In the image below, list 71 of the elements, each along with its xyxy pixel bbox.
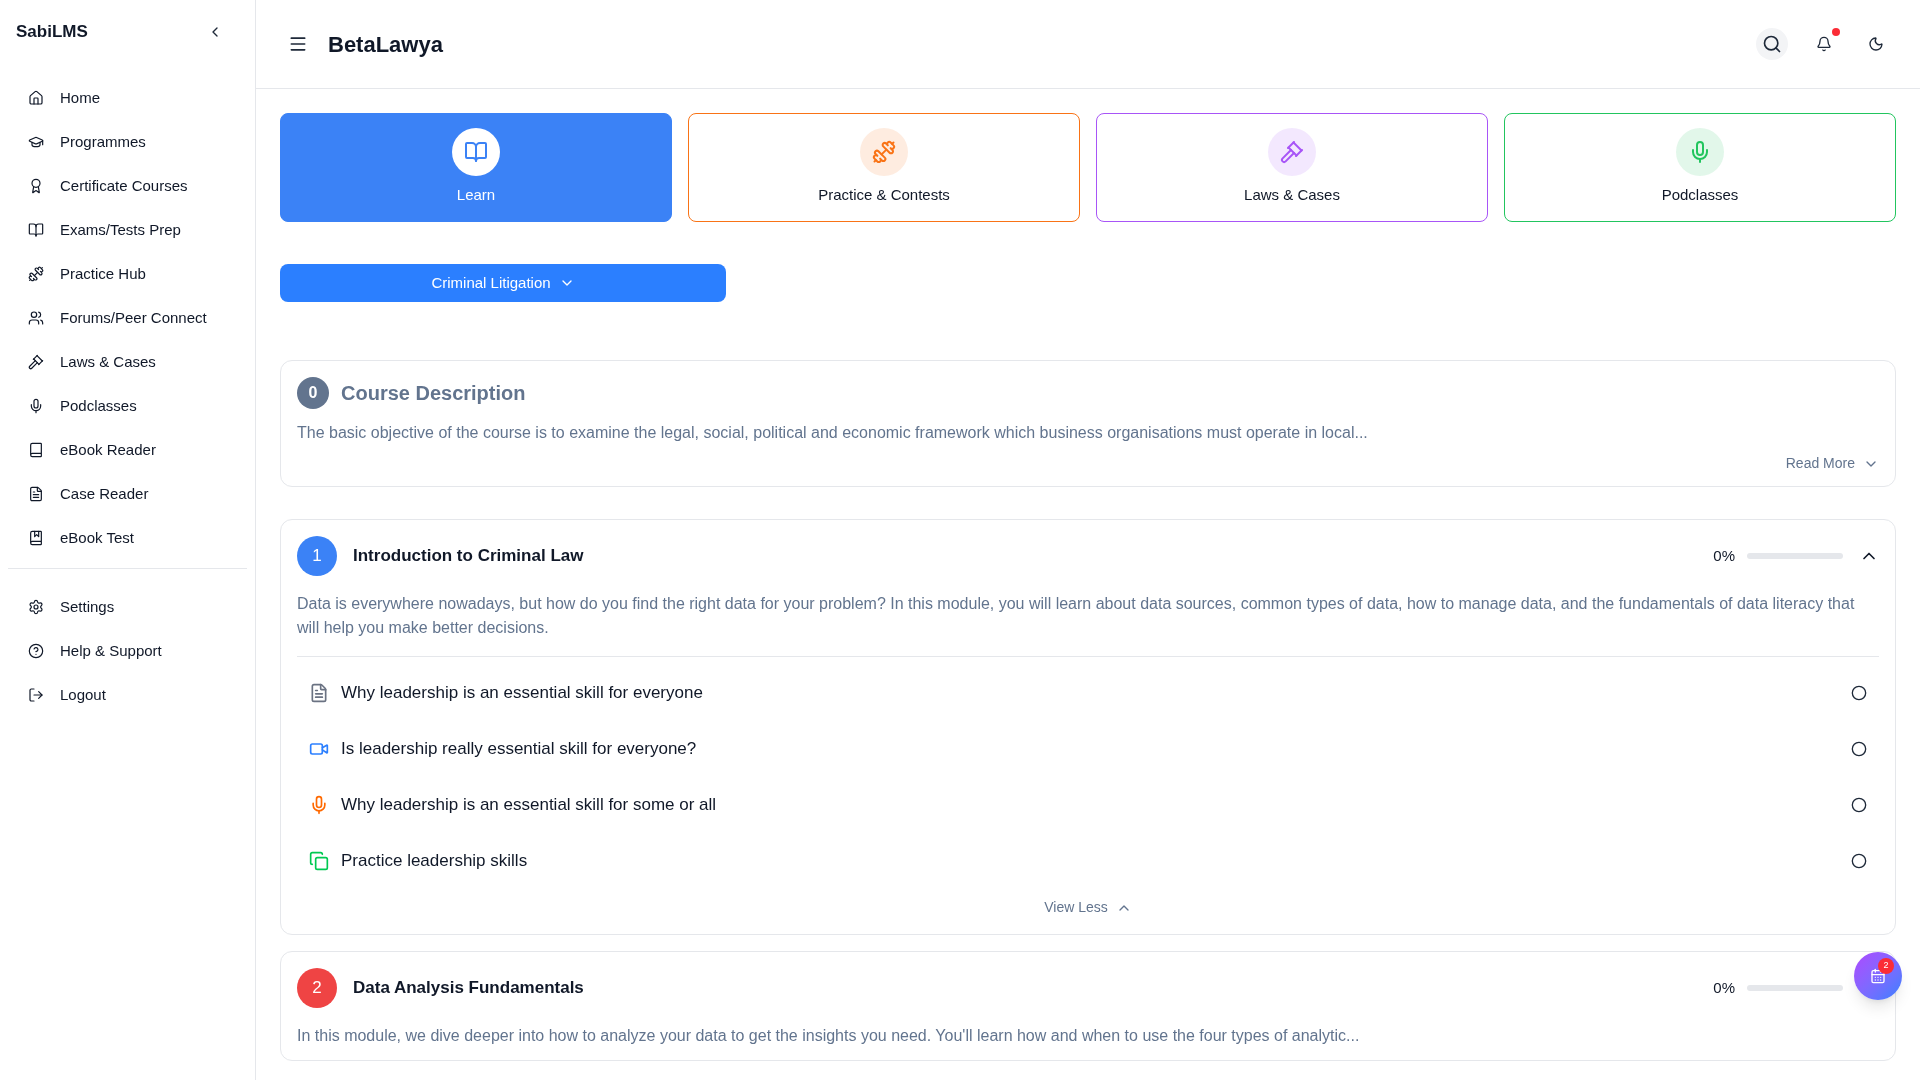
step-number: 0 [297,377,329,409]
home-icon [28,90,44,106]
open-book-icon [28,222,44,238]
lesson-item[interactable]: Practice leadership skills [297,833,1879,889]
search-icon [1762,34,1782,54]
section-card[interactable]: Practice & Contests [688,113,1080,222]
bookmarked-book-icon [28,530,44,546]
view-less-button[interactable]: View Less [1044,897,1132,918]
progress-percent: 0% [1713,977,1735,998]
sidebar-item[interactable]: Case Reader [4,472,251,516]
sidebar-item[interactable]: Home [4,76,251,120]
section-card[interactable]: Laws & Cases [1096,113,1488,222]
course-dropdown[interactable]: Criminal Litigation [280,264,726,302]
section-card[interactable]: Podclasses [1504,113,1896,222]
progress-percent: 0% [1713,545,1735,566]
users-icon [28,310,44,326]
document-icon [28,486,44,502]
calendar-icon [1870,968,1886,984]
lesson-item[interactable]: Why leadership is an essential skill for everyone [297,665,1879,721]
menu-icon [288,34,308,54]
sidebar-item[interactable]: Logout [4,673,251,717]
graduation-cap-icon [28,134,44,150]
module-description: Data is everywhere nowadays, but how do you find the right data for your problem? In this module, you will learn about data sources, common types of data, how to manage data, and the fundamentals of data literacy that will help you make better decisions. [297,594,1856,638]
sidebar-item[interactable]: Podclasses [4,384,251,428]
copy-icon [309,851,329,871]
document-icon [309,683,329,703]
lesson-item[interactable]: Why leadership is an essential skill for some or all [297,777,1879,833]
count-badge: 2 [1878,958,1894,974]
read-more-button[interactable]: Read More [1785,453,1879,474]
settings-icon [28,599,44,615]
page-title: BetaLawya [328,30,443,59]
completion-radio[interactable] [1851,853,1867,869]
description-text: The basic objective of the course is to examine the legal, social, political and economic framework which business organisations must operate in local... [297,423,1369,443]
help-icon [28,643,44,659]
module-number: 2 [297,968,337,1008]
completion-radio[interactable] [1851,685,1867,701]
sidebar-item[interactable]: Programmes [4,120,251,164]
search-button[interactable] [1756,28,1788,60]
logout-icon [28,687,44,703]
sidebar-item[interactable]: Certificate Courses [4,164,251,208]
sidebar-item[interactable]: Exams/Tests Prep [4,208,251,252]
module-number: 1 [297,536,337,576]
gavel-icon [1268,128,1316,177]
book-icon [28,442,44,458]
microphone-icon [309,795,329,815]
section-title: Course Description [341,381,526,406]
sidebar-item[interactable]: Practice Hub [4,252,251,296]
sidebar-item[interactable]: Settings [4,585,251,629]
award-icon [28,178,44,194]
floating-calendar-button[interactable]: 2 [1854,952,1902,1000]
sidebar-item[interactable]: eBook Reader [4,428,251,472]
completion-radio[interactable] [1851,741,1867,757]
microphone-icon [1676,128,1724,177]
sidebar-item[interactable]: eBook Test [4,516,251,560]
brand-name: SabiLMS [16,21,88,44]
sidebar-item[interactable]: Help & Support [4,629,251,673]
section-card[interactable]: Learn [280,113,672,222]
sidebar-item[interactable]: Forums/Peer Connect [4,296,251,340]
moon-icon [1868,36,1884,52]
completion-radio[interactable] [1851,797,1867,813]
lesson-item[interactable]: Is leadership really essential skill for everyone? [297,721,1879,777]
module-title: Data Analysis Fundamentals [353,977,584,1000]
open-book-icon [452,128,500,177]
bell-icon [1816,36,1832,52]
module-description: In this module, we dive deeper into how to analyze your data to get the insights you need. You'll learn how and when to use the four types of analytic... [297,1026,1361,1046]
gavel-icon [28,354,44,370]
dumbbell-icon [28,266,44,282]
dumbbell-icon [860,128,908,177]
module-title: Introduction to Criminal Law [353,545,584,568]
sidebar-item[interactable]: Laws & Cases [4,340,251,384]
microphone-icon [28,398,44,414]
